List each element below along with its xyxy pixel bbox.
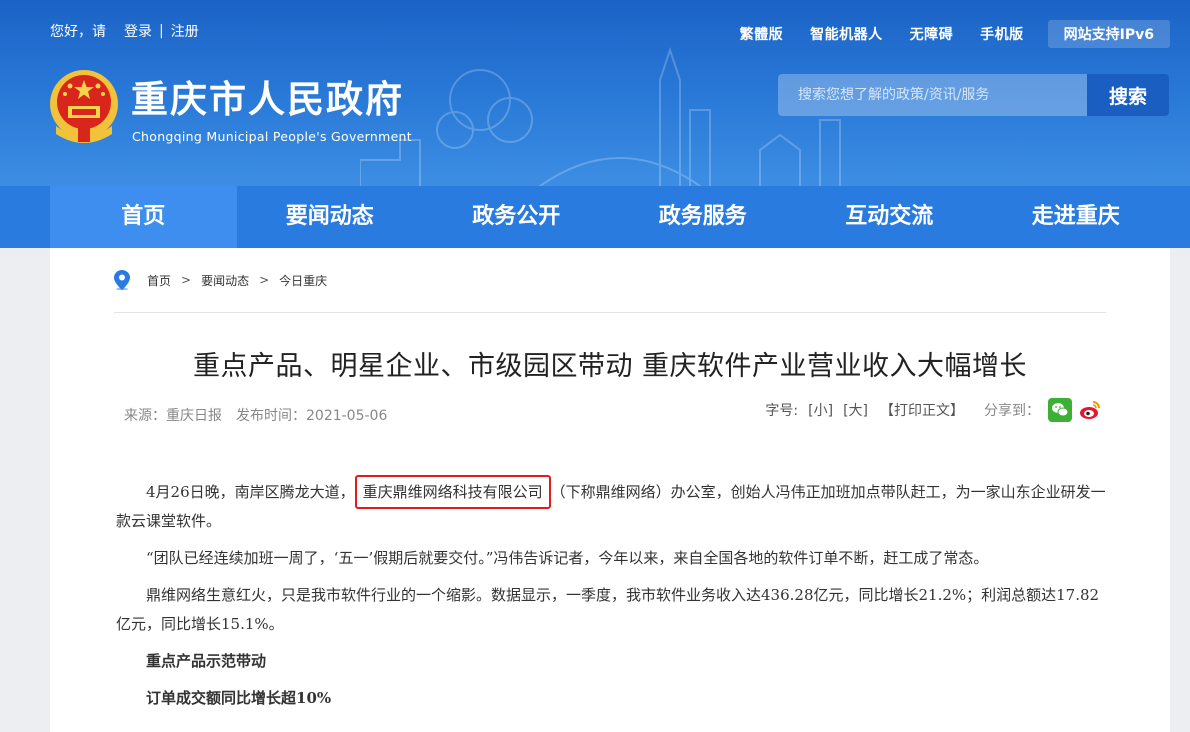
register-link[interactable]: 注册 [171, 21, 199, 41]
search-input[interactable] [778, 74, 1087, 116]
section-heading: 订单成交额同比增长超10% [146, 689, 332, 707]
nav-news[interactable]: 要闻动态 [237, 186, 424, 248]
search-button[interactable]: 搜索 [1087, 74, 1169, 116]
ipv6-badge[interactable]: 网站支持IPv6 [1047, 20, 1170, 48]
location-pin-icon [114, 270, 130, 290]
article-date: 发布时间：2021-05-06 [236, 408, 388, 424]
user-links: 您好，请 登录 | 注册 [50, 21, 205, 41]
main-nav: 首页 要闻动态 政务公开 政务服务 互动交流 走进重庆 [0, 186, 1190, 248]
divider [114, 312, 1106, 313]
breadcrumb-separator: > [259, 273, 270, 287]
article-meta: 来源：重庆日报 发布时间：2021-05-06 [124, 405, 387, 425]
nav-home[interactable]: 首页 [50, 186, 237, 248]
breadcrumb-separator: > [181, 273, 192, 287]
nav-gov-affairs[interactable]: 政务公开 [423, 186, 610, 248]
nav-about-chongqing[interactable]: 走进重庆 [983, 186, 1170, 248]
paragraph: 鼎维网络生意红火，只是我市软件行业的一个缩影。数据显示，一季度，我市软件业务收入… [116, 586, 1100, 633]
article-body: 4月26日晚，南岸区腾龙大道， 重庆鼎维网络科技有限公司 （下称鼎维网络）办公室，创… [116, 475, 1106, 721]
wechat-icon[interactable] [1048, 398, 1072, 422]
breadcrumb: 首页 > 要闻动态 > 今日重庆 [114, 270, 327, 290]
accessibility-link[interactable]: 无障碍 [910, 24, 954, 44]
print-button[interactable]: 【打印正文】 [880, 400, 964, 420]
paragraph-text: 4月26日晚，南岸区腾龙大道， [146, 483, 355, 501]
breadcrumb-news[interactable]: 要闻动态 [201, 272, 249, 289]
paragraph: “团队已经连续加班一周了，‘五一’假期后就要交付。”冯伟告诉记者，今年以来，来自… [146, 549, 989, 567]
article-title: 重点产品、明星企业、市级园区带动 重庆软件产业营业收入大幅增长 [192, 351, 1028, 382]
divider: | [159, 23, 164, 39]
font-size-label: 字号: [765, 403, 799, 419]
site-subtitle: Chongqing Municipal People's Government [132, 129, 412, 144]
greeting-text: 您好，请 [50, 24, 106, 40]
font-small-button[interactable]: [小] [808, 400, 833, 420]
breadcrumb-today-chongqing[interactable]: 今日重庆 [279, 272, 327, 289]
share-label: 分享到： [984, 403, 1040, 419]
nav-gov-services[interactable]: 政务服务 [610, 186, 797, 248]
paragraph: 4月26日晚，南岸区腾龙大道， 重庆鼎维网络科技有限公司 （下称鼎维网络）办公室，创… [116, 475, 1106, 536]
top-links: 繁體版 智能机器人 无障碍 手机版 网站支持IPv6 [713, 20, 1170, 48]
weibo-icon[interactable] [1078, 398, 1102, 422]
login-link[interactable]: 登录 [124, 21, 152, 41]
article-tools: 字号: [小] [大] 【打印正文】 分享到： [765, 398, 1102, 422]
smart-robot-link[interactable]: 智能机器人 [810, 24, 883, 44]
article-source: 来源：重庆日报 [124, 408, 222, 424]
breadcrumb-home[interactable]: 首页 [147, 272, 171, 289]
search-box: 搜索 [778, 74, 1169, 116]
emblem-icon[interactable] [48, 68, 120, 144]
mobile-version-link[interactable]: 手机版 [980, 24, 1024, 44]
article-container: 首页 > 要闻动态 > 今日重庆 重点产品、明星企业、市级园区带动 重庆软件产业… [50, 248, 1170, 732]
traditional-chinese-link[interactable]: 繁體版 [740, 24, 784, 44]
site-header: 您好，请 登录 | 注册 繁體版 智能机器人 无障碍 手机版 网站支持IPv6 … [0, 0, 1190, 186]
highlighted-company-name: 重庆鼎维网络科技有限公司 [354, 475, 551, 509]
font-large-button[interactable]: [大] [843, 400, 868, 420]
section-heading: 重点产品示范带动 [146, 652, 267, 670]
site-title[interactable]: 重庆市人民政府 [131, 78, 404, 122]
nav-interaction[interactable]: 互动交流 [796, 186, 983, 248]
